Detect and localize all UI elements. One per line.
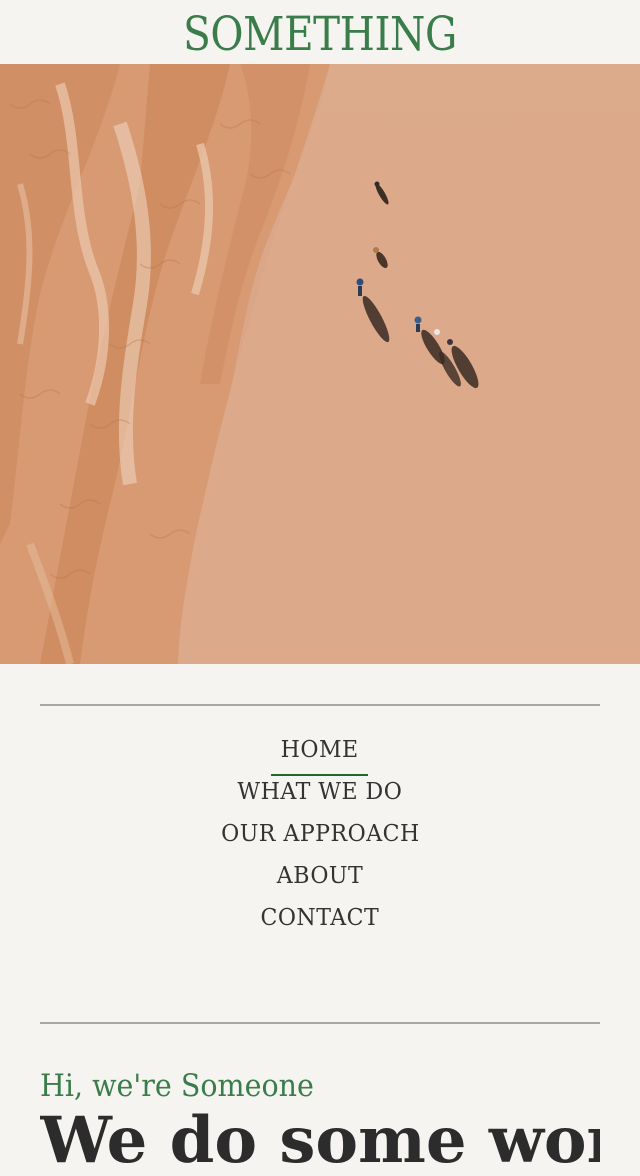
nav-bottom-divider [40,1022,600,1024]
nav-item-contact: CONTACT [0,896,640,938]
nav-item-home: HOME [0,728,640,776]
nav-link-what-we-do[interactable]: WHAT WE DO [238,770,403,814]
nav-link-about[interactable]: ABOUT [277,854,363,898]
site-title[interactable]: SOMETHING [45,0,595,70]
nav-link-home[interactable]: HOME [271,728,369,776]
nav-item-about: ABOUT [0,854,640,896]
nav-item-what-we-do: WHAT WE DO [0,770,640,812]
main-navigation: HOME WHAT WE DO OUR APPROACH ABOUT CONTA… [0,728,640,938]
nav-top-divider [40,704,600,706]
nav-link-our-approach[interactable]: OUR APPROACH [221,812,420,856]
intro-greeting: Hi, we're Someone [40,1068,314,1104]
hero-image [0,64,640,664]
aerial-beach-photo-icon [0,64,640,664]
site-header: SOMETHING [0,0,640,64]
nav-item-our-approach: OUR APPROACH [0,812,640,854]
intro-headline: We do some work in [40,1106,600,1176]
nav-link-contact[interactable]: CONTACT [261,896,380,940]
intro-section: Hi, we're Someone We do some work in [40,1066,600,1176]
